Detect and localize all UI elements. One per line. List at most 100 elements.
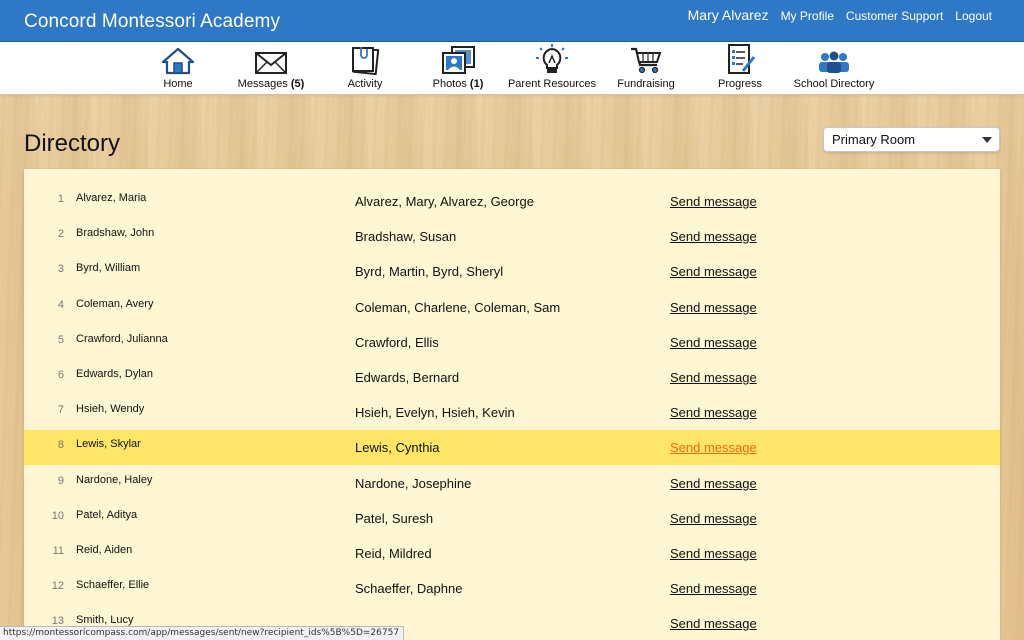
photos-icon <box>440 42 476 75</box>
send-message-link[interactable]: Send message <box>670 476 757 491</box>
send-message-link[interactable]: Send message <box>670 335 757 350</box>
envelope-icon <box>254 42 288 75</box>
table-row: 6 Edwards, Dylan Edwards, Bernard Send mess… <box>24 360 1000 395</box>
parent-names: Bradshaw, Susan <box>355 229 457 245</box>
send-message-link[interactable]: Send message <box>670 616 757 631</box>
table-row: 11 Reid, Aiden Reid, Mildred Send message <box>24 536 1000 571</box>
table-row: 4 Coleman, Avery Coleman, Charlene, Colema… <box>24 290 1000 325</box>
send-message-link[interactable]: Send message <box>670 440 757 455</box>
table-row: 12 Schaeffer, Ellie Schaeffer, Daphne Send … <box>24 571 1000 606</box>
nav-messages-label: Messages <box>237 78 288 90</box>
student-name: Edwards, Dylan <box>76 368 154 380</box>
table-row: 5 Crawford, Julianna Crawford, Ellis Send m… <box>24 325 1000 360</box>
send-message-link[interactable]: Send message <box>670 194 757 209</box>
home-icon <box>161 42 195 75</box>
table-row: 2 Bradshaw, John Bradshaw, Susan Send messa… <box>24 219 1000 254</box>
table-row: 10 Patel, Aditya Patel, Suresh Send message <box>24 501 1000 536</box>
row-number: 6 <box>57 369 64 381</box>
student-name: Reid, Aiden <box>76 544 133 556</box>
parent-names: Nardone, Josephine <box>355 475 472 491</box>
parent-names: Byrd, Martin, Byrd, Sheryl <box>355 264 504 280</box>
parent-names: Lewis, Cynthia <box>355 440 440 456</box>
nav-activity-label: Activity <box>347 78 383 90</box>
user-nav: Mary Alvarez My Profile Customer Support… <box>688 0 1024 42</box>
row-number: 10 <box>51 509 64 522</box>
parent-names: Crawford, Ellis <box>355 334 439 350</box>
nav-messages[interactable]: Messages (5) <box>232 42 310 95</box>
student-name: Nardone, Haley <box>76 473 153 486</box>
room-select[interactable]: Primary Room <box>823 127 1000 152</box>
nav-parent-resources-label: Parent Resources <box>507 78 597 90</box>
parent-names: Reid, Mildred <box>355 546 432 561</box>
student-name: Byrd, William <box>76 262 141 275</box>
logout-link[interactable]: Logout <box>955 9 992 23</box>
nav-progress-label: Progress <box>717 78 763 90</box>
directory-list: 1 Alvarez, Maria Alvarez, Mary, Alvarez, G… <box>24 169 1000 640</box>
table-row: 3 Byrd, William Byrd, Martin, Byrd, Sheryl… <box>24 254 1000 289</box>
nav-school-directory-label: School Directory <box>793 78 875 90</box>
shopping-cart-icon <box>629 42 663 75</box>
nav-home-label: Home <box>163 78 193 90</box>
people-icon <box>816 42 852 75</box>
main-nav: Home Messages (5) Activity Photos (1) Pa… <box>0 42 1024 95</box>
row-number: 4 <box>57 298 64 311</box>
nav-photos[interactable]: Photos (1) <box>428 42 488 95</box>
nav-fundraising-label: Fundraising <box>617 78 675 90</box>
nav-activity[interactable]: Activity <box>343 42 387 95</box>
row-number: 5 <box>57 333 64 346</box>
send-message-link[interactable]: Send message <box>670 405 757 420</box>
user-name: Mary Alvarez <box>687 7 769 23</box>
row-number: 9 <box>57 474 64 487</box>
send-message-link[interactable]: Send message <box>670 546 757 561</box>
table-row: 9 Nardone, Haley Nardone, Josephine Send me… <box>24 466 1000 501</box>
student-name: Crawford, Julianna <box>76 332 168 345</box>
my-profile-link[interactable]: My Profile <box>781 9 834 23</box>
send-message-link[interactable]: Send message <box>670 370 757 385</box>
student-name: Coleman, Avery <box>76 297 154 310</box>
nav-home[interactable]: Home <box>157 42 199 95</box>
student-name: Alvarez, Maria <box>76 192 147 204</box>
send-message-link[interactable]: Send message <box>670 264 757 279</box>
page-title: Directory <box>24 130 121 157</box>
student-name: Bradshaw, John <box>76 227 155 240</box>
send-message-link[interactable]: Send message <box>670 581 757 596</box>
row-number: 3 <box>57 263 64 276</box>
student-name: Lewis, Skylar <box>76 438 141 451</box>
student-name: Patel, Aditya <box>76 508 138 521</box>
messages-count-badge: (5) <box>290 78 305 90</box>
send-message-link[interactable]: Send message <box>670 511 757 526</box>
parent-names: Edwards, Bernard <box>355 370 460 385</box>
student-name: Hsieh, Wendy <box>76 403 145 416</box>
nav-fundraising[interactable]: Fundraising <box>614 42 678 95</box>
parent-names: Schaeffer, Daphne <box>355 581 463 597</box>
row-number: 11 <box>52 545 64 557</box>
status-url-bar: https://montessoricompass.com/app/messag… <box>0 626 405 640</box>
top-header: Concord Montessori Academy Mary Alvarez … <box>0 0 1024 42</box>
parent-names: Hsieh, Evelyn, Hsieh, Kevin <box>355 405 515 421</box>
student-name: Smith, Lucy <box>76 614 134 627</box>
chevron-down-icon <box>982 137 992 143</box>
parent-names: Coleman, Charlene, Coleman, Sam <box>355 299 561 315</box>
row-number: 7 <box>57 404 64 417</box>
checklist-icon <box>724 42 756 75</box>
table-row: 8 Lewis, Skylar Lewis, Cynthia Send message <box>24 430 1000 466</box>
notepad-icon <box>350 42 380 75</box>
row-number: 12 <box>51 580 64 593</box>
nav-progress[interactable]: Progress <box>714 42 766 95</box>
send-message-link[interactable]: Send message <box>670 229 757 244</box>
table-row: 7 Hsieh, Wendy Hsieh, Evelyn, Hsieh, Kevin… <box>24 395 1000 430</box>
nav-photos-label: Photos <box>432 78 467 90</box>
parent-names: Alvarez, Mary, Alvarez, George <box>355 194 534 209</box>
lightbulb-icon <box>534 42 570 75</box>
room-select-value: Primary Room <box>832 132 916 147</box>
school-brand[interactable]: Concord Montessori Academy <box>24 11 280 33</box>
row-number: 1 <box>57 193 64 205</box>
send-message-link[interactable]: Send message <box>670 300 757 315</box>
parent-names: Patel, Suresh <box>355 510 434 526</box>
photos-count-badge: (1) <box>469 78 484 90</box>
customer-support-link[interactable]: Customer Support <box>846 9 943 23</box>
table-row: 1 Alvarez, Maria Alvarez, Mary, Alvarez, G… <box>24 184 1000 219</box>
nav-parent-resources[interactable]: Parent Resources <box>504 42 600 95</box>
row-number: 8 <box>57 439 64 452</box>
nav-school-directory[interactable]: School Directory <box>789 42 879 95</box>
